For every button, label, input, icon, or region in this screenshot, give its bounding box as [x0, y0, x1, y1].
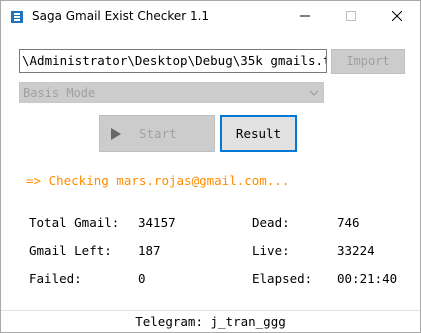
total-gmail-value: 34157 — [138, 215, 176, 230]
play-icon — [111, 128, 121, 140]
live-value: 33224 — [337, 243, 375, 258]
elapsed-value: 00:21:40 — [337, 271, 398, 286]
file-path-input[interactable]: \Administrator\Desktop\Debug\35k gmails.… — [19, 49, 327, 73]
dead-value: 746 — [337, 215, 360, 230]
telegram-footer: Telegram: j_tran_ggg — [135, 314, 286, 329]
start-button-label: Start — [139, 126, 177, 141]
total-gmail-label: Total Gmail: — [29, 215, 120, 230]
chevron-down-icon — [309, 90, 319, 96]
close-icon — [392, 11, 402, 21]
failed-value: 0 — [138, 271, 146, 286]
live-label: Live: — [252, 243, 290, 258]
close-button[interactable] — [374, 1, 420, 31]
start-button[interactable]: Start — [99, 115, 215, 152]
result-button[interactable]: Result — [220, 115, 297, 152]
app-window: Saga Gmail Exist Checker 1.1 \Administra… — [0, 0, 421, 333]
minimize-button[interactable] — [282, 1, 328, 31]
import-button[interactable]: Import — [331, 49, 405, 74]
status-message: => Checking mars.rojas@gmail.com... — [26, 173, 290, 188]
app-logo-icon — [11, 11, 23, 23]
failed-label: Failed: — [29, 271, 82, 286]
maximize-icon — [346, 11, 356, 21]
gmail-left-label: Gmail Left: — [29, 243, 112, 258]
window-title: Saga Gmail Exist Checker 1.1 — [32, 9, 210, 23]
mode-select[interactable]: Basis Mode — [19, 82, 324, 103]
elapsed-label: Elapsed: — [252, 271, 313, 286]
mode-select-value: Basis Mode — [23, 86, 96, 100]
gmail-left-value: 187 — [138, 243, 161, 258]
maximize-button[interactable] — [328, 1, 374, 31]
title-bar[interactable]: Saga Gmail Exist Checker 1.1 — [1, 1, 420, 32]
dead-label: Dead: — [252, 215, 290, 230]
minimize-icon — [300, 15, 310, 17]
